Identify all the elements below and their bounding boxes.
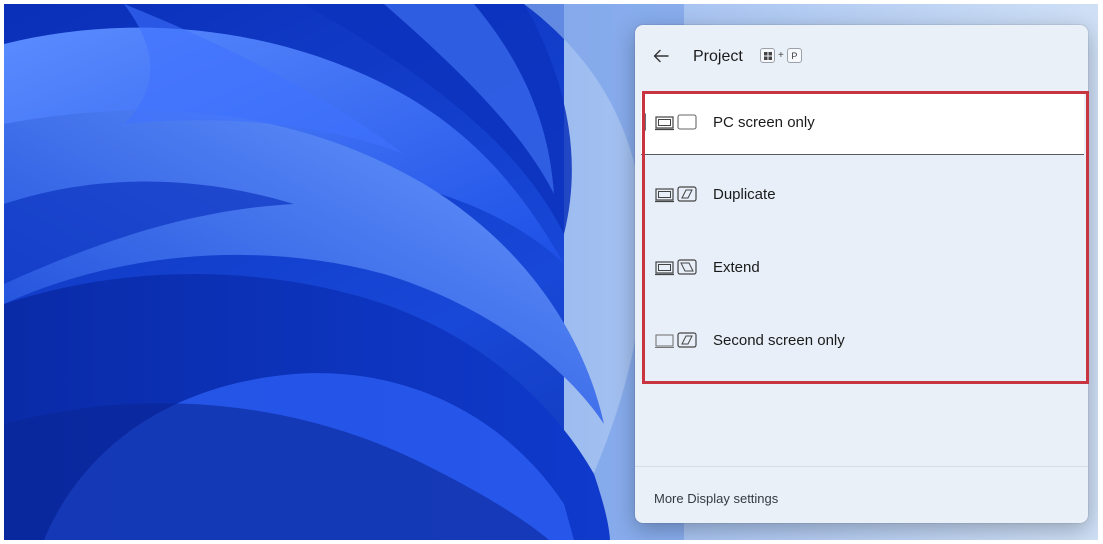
shortcut-plus: + bbox=[778, 50, 784, 61]
back-button[interactable] bbox=[647, 43, 675, 69]
option-second-screen-only[interactable]: Second screen only bbox=[641, 309, 1084, 373]
project-flyout: Project + P PC screen only Duplicate Ext… bbox=[635, 25, 1088, 523]
windows-logo-key-icon bbox=[763, 51, 772, 60]
option-duplicate[interactable]: Duplicate bbox=[641, 163, 1084, 227]
extend-icon bbox=[655, 259, 697, 276]
more-display-settings-link[interactable]: More Display settings bbox=[654, 491, 778, 506]
p-key: P bbox=[786, 48, 802, 63]
pc-screen-only-icon bbox=[655, 114, 697, 131]
flyout-title: Project bbox=[693, 48, 743, 65]
flyout-header: Project + P bbox=[635, 25, 1088, 87]
selection-indicator bbox=[643, 113, 646, 131]
windows-key bbox=[760, 48, 775, 63]
option-label: PC screen only bbox=[713, 114, 815, 131]
duplicate-icon bbox=[655, 186, 697, 203]
back-arrow-icon bbox=[653, 49, 669, 63]
option-label: Duplicate bbox=[713, 186, 776, 203]
option-extend[interactable]: Extend bbox=[641, 236, 1084, 300]
footer-divider bbox=[635, 466, 1088, 467]
second-screen-only-icon bbox=[655, 332, 697, 349]
projection-options-list: PC screen only Duplicate Extend Second s… bbox=[641, 91, 1084, 381]
option-label: Extend bbox=[713, 259, 760, 276]
keyboard-shortcut: + P bbox=[760, 48, 802, 63]
option-label: Second screen only bbox=[713, 332, 845, 349]
option-pc-screen-only[interactable]: PC screen only bbox=[641, 91, 1084, 155]
screenshot-frame: Project + P PC screen only Duplicate Ext… bbox=[4, 4, 1098, 540]
